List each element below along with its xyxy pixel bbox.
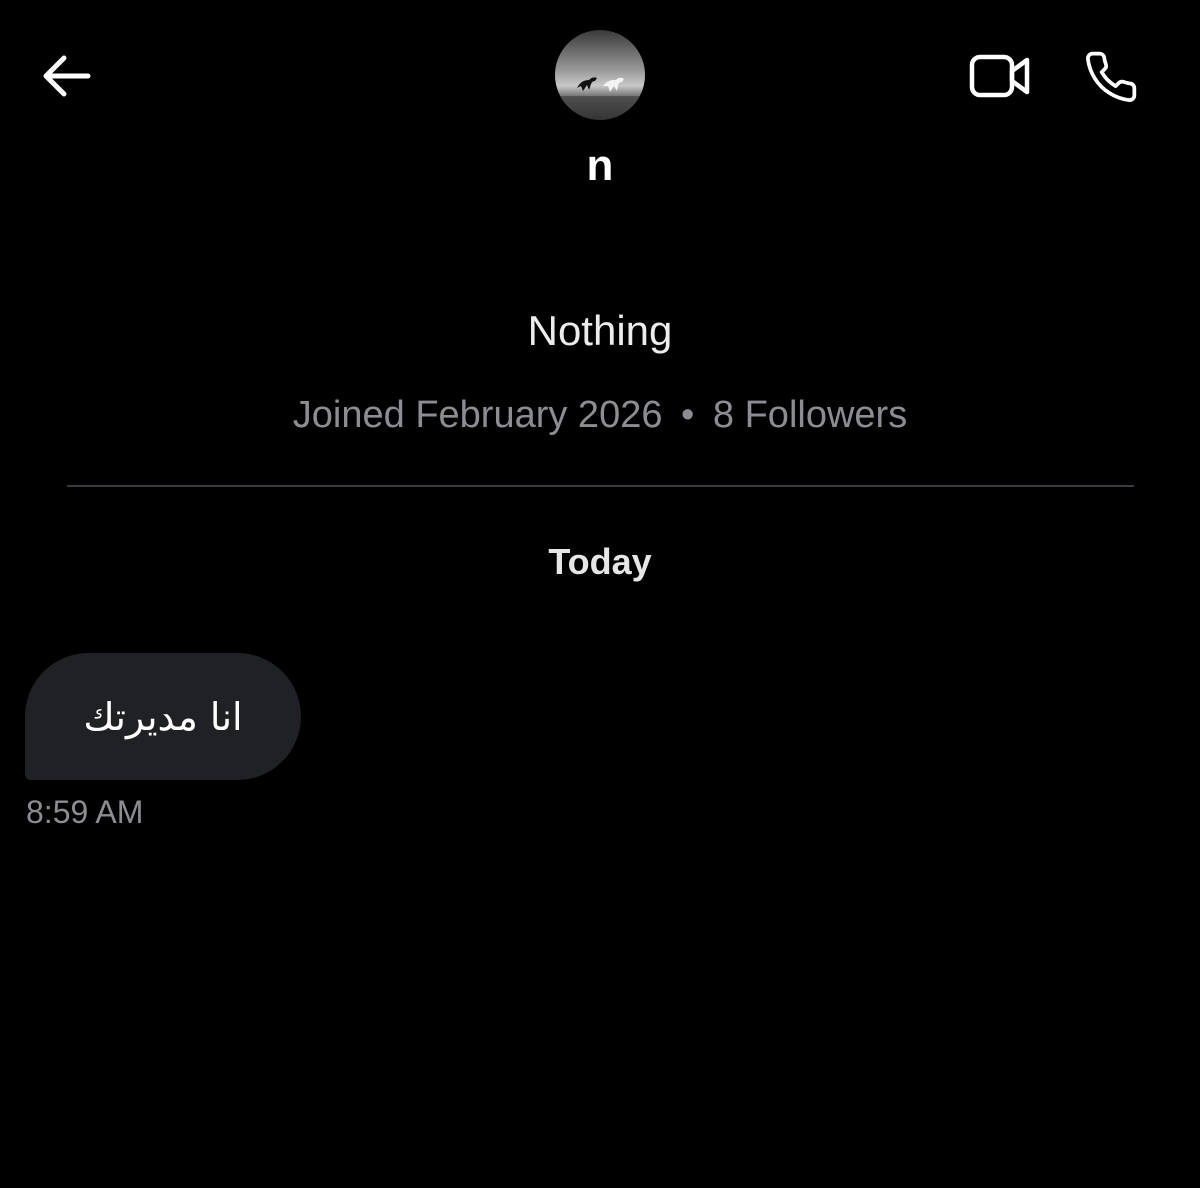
back-button[interactable] bbox=[36, 46, 96, 106]
video-camera-icon bbox=[969, 54, 1030, 98]
followers-count: 8 Followers bbox=[712, 394, 908, 436]
profile-display-name: Nothing bbox=[527, 307, 673, 354]
video-call-button[interactable] bbox=[962, 46, 1038, 106]
meta-separator: • bbox=[681, 394, 695, 436]
voice-call-button[interactable] bbox=[1078, 44, 1144, 110]
avatar[interactable] bbox=[555, 30, 645, 120]
message-timestamp: 8:59 AM bbox=[26, 794, 144, 830]
avatar-image bbox=[555, 30, 645, 120]
header-username[interactable]: n bbox=[0, 140, 1200, 192]
profile-meta: Joined February 2026 • 8 Followers bbox=[0, 392, 1200, 438]
joined-date: Joined February 2026 bbox=[292, 394, 663, 436]
date-separator: Today bbox=[548, 541, 652, 582]
message-bubble[interactable]: انا مديرتك bbox=[25, 653, 301, 780]
arrow-left-icon bbox=[43, 55, 91, 97]
phone-icon bbox=[1086, 51, 1137, 102]
divider bbox=[67, 485, 1134, 487]
message-text: انا مديرتك bbox=[83, 694, 243, 739]
